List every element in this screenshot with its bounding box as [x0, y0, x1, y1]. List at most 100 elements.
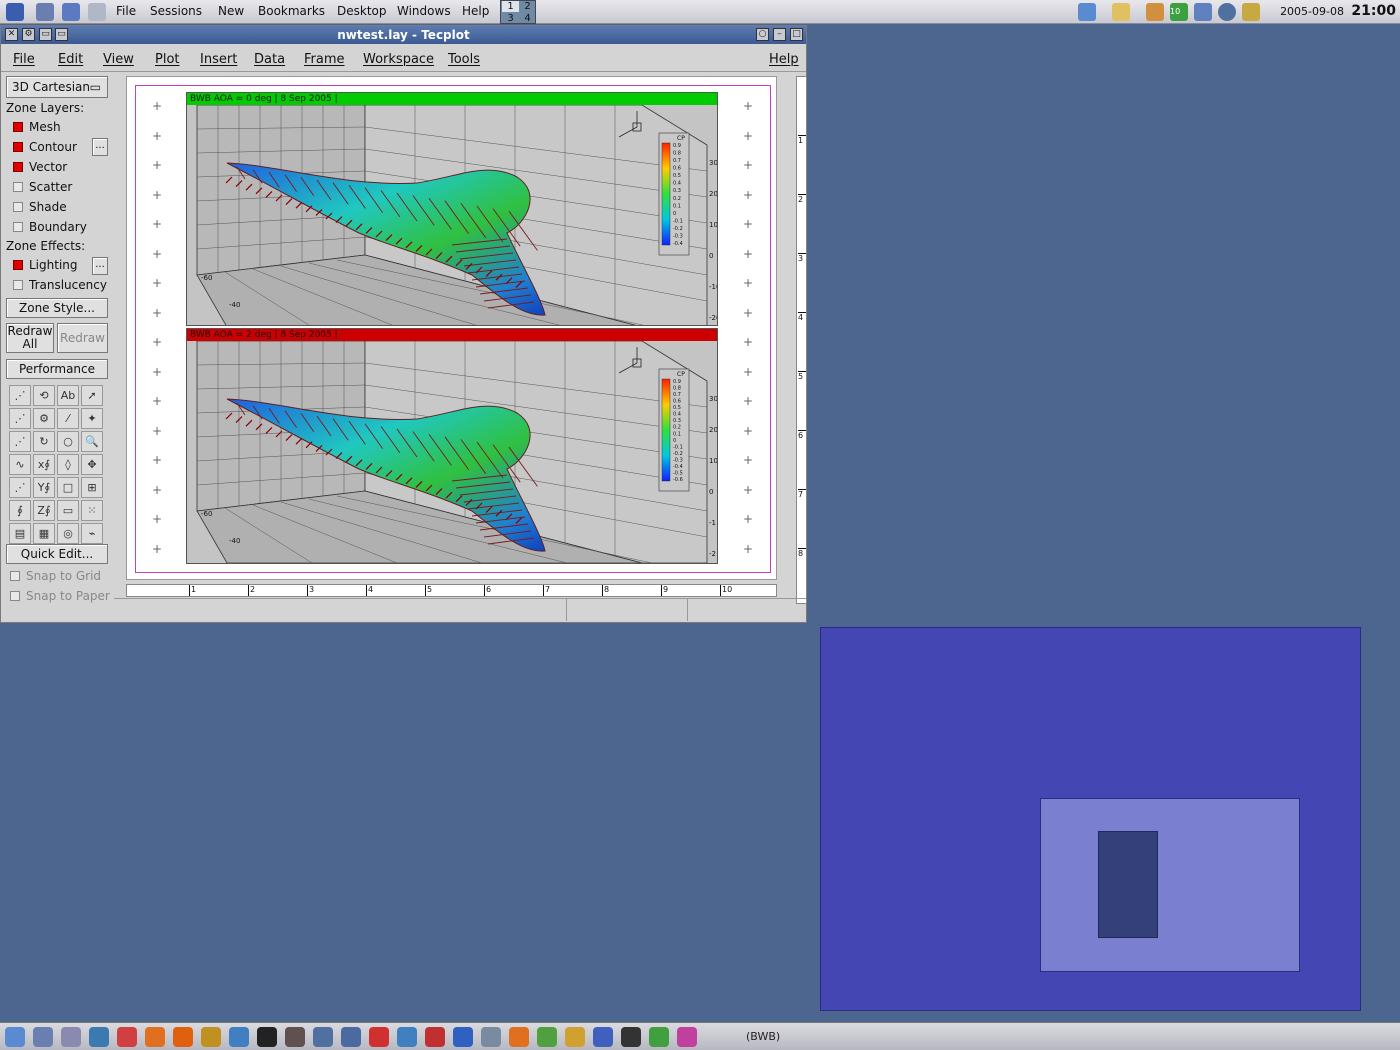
- app-menu-plot[interactable]: Plot: [155, 52, 180, 67]
- tool-button-22[interactable]: Z∮: [33, 500, 55, 521]
- taskbar-launcher-icon-10[interactable]: [257, 1027, 277, 1047]
- plot-frame-1[interactable]: BWB AOA = 0 deg | 8 Sep 2005 | -60 -40 30 2…: [186, 92, 718, 326]
- pager-desk-1[interactable]: 1: [502, 1, 519, 12]
- globe-icon[interactable]: [1218, 3, 1236, 21]
- taskbar-launcher-icon-11[interactable]: [285, 1027, 305, 1047]
- tool-button-26[interactable]: ▦: [33, 523, 55, 544]
- plot-canvas[interactable]: + + + + + + + + + + + + + + + + + + + + + + + + + + + + + + + + BWB AOA…: [126, 76, 777, 580]
- redraw-all-button[interactable]: Redraw All: [6, 323, 54, 353]
- network-signal-icon[interactable]: 10: [1170, 3, 1188, 21]
- window-menu-icon[interactable]: ⚙: [22, 28, 35, 41]
- tool-button-10[interactable]: ↻: [33, 431, 55, 452]
- app-menu-tools[interactable]: Tools: [448, 52, 480, 67]
- taskbar-launcher-icon-2[interactable]: [33, 1027, 53, 1047]
- tool-button-20[interactable]: ⊞: [81, 477, 103, 498]
- tool-button-14[interactable]: x∮: [33, 454, 55, 475]
- tool-button-27[interactable]: ◎: [57, 523, 79, 544]
- user-icon[interactable]: [1242, 3, 1260, 21]
- app-menu-file[interactable]: File: [13, 52, 35, 67]
- tool-button-8[interactable]: ✦: [81, 408, 103, 429]
- quick-edit-button[interactable]: Quick Edit...: [6, 544, 108, 564]
- taskbar-launcher-icon-12[interactable]: [313, 1027, 333, 1047]
- menu-windows[interactable]: Windows: [397, 4, 451, 18]
- window-minimize-icon[interactable]: –: [773, 28, 786, 41]
- battery-icon[interactable]: [1146, 3, 1164, 21]
- window-shade-icon[interactable]: ▭: [55, 28, 68, 41]
- tool-button-16[interactable]: ✥: [81, 454, 103, 475]
- tool-button-28[interactable]: ⌁: [81, 523, 103, 544]
- frame-2-header[interactable]: BWB AOA = 2 deg | 8 Sep 2005 |: [187, 329, 717, 341]
- tool-button-17[interactable]: ⋰: [9, 477, 31, 498]
- app-menu-view[interactable]: View: [103, 52, 134, 67]
- terminal-icon[interactable]: [36, 3, 54, 21]
- taskbar-launcher-icon-14[interactable]: [369, 1027, 389, 1047]
- klipper-icon[interactable]: [1078, 3, 1096, 21]
- tool-button-13[interactable]: ∿: [9, 454, 31, 475]
- snap-paper-checkbox[interactable]: [10, 591, 20, 601]
- taskbar-launcher-icon-25[interactable]: [677, 1027, 697, 1047]
- tool-button-15[interactable]: ◊: [57, 454, 79, 475]
- taskbar-launcher-icon-16[interactable]: [425, 1027, 445, 1047]
- clock[interactable]: 21:00: [1351, 3, 1396, 19]
- desktop-pager-preview[interactable]: [820, 627, 1361, 1011]
- tool-button-1[interactable]: ⋰: [9, 385, 31, 406]
- lighting-checkbox[interactable]: [13, 260, 23, 270]
- app-menu-data[interactable]: Data: [254, 52, 285, 67]
- lighting-options-button[interactable]: ...: [92, 257, 108, 275]
- pager-desk-4[interactable]: 4: [519, 13, 536, 24]
- scatter-checkbox[interactable]: [13, 182, 23, 192]
- taskbar-launcher-icon-15[interactable]: [397, 1027, 417, 1047]
- taskbar-launcher-icon-7[interactable]: [173, 1027, 193, 1047]
- tool-button-12[interactable]: 🔍: [81, 431, 103, 452]
- contour-checkbox[interactable]: [13, 142, 23, 152]
- desktop-pager[interactable]: 1 2 3 4: [500, 0, 536, 24]
- window-titlebar[interactable]: nwtest.lay - Tecplot: [1, 26, 806, 44]
- taskbar-launcher-icon-4[interactable]: [89, 1027, 109, 1047]
- tool-button-25[interactable]: ▤: [9, 523, 31, 544]
- shade-checkbox[interactable]: [13, 202, 23, 212]
- window-maximize-icon[interactable]: □: [790, 28, 803, 41]
- tool-button-24[interactable]: ⁙: [81, 500, 103, 521]
- tool-button-6[interactable]: ⚙: [33, 408, 55, 429]
- pager-window-outline[interactable]: [1040, 798, 1300, 972]
- tool-button-11[interactable]: ○: [57, 431, 79, 452]
- app-menu-workspace[interactable]: Workspace: [363, 52, 434, 67]
- taskbar-launcher-icon-17[interactable]: [453, 1027, 473, 1047]
- snap-grid-checkbox[interactable]: [10, 571, 20, 581]
- contour-options-button[interactable]: ...: [92, 138, 108, 156]
- tool-button-18[interactable]: Y∮: [33, 477, 55, 498]
- menu-file[interactable]: File: [116, 4, 136, 18]
- taskbar-launcher-icon-5[interactable]: [117, 1027, 137, 1047]
- boundary-checkbox[interactable]: [13, 222, 23, 232]
- tool-button-21[interactable]: ∮: [9, 500, 31, 521]
- plot-frame-2[interactable]: BWB AOA = 2 deg | 8 Sep 2005 | -60 -40 30 2…: [186, 328, 718, 564]
- window-close-icon[interactable]: ✕: [5, 28, 18, 41]
- taskbar-launcher-icon-20[interactable]: [537, 1027, 557, 1047]
- menu-help[interactable]: Help: [462, 4, 489, 18]
- taskbar-launcher-icon-3[interactable]: [61, 1027, 81, 1047]
- kde-menu-icon[interactable]: [6, 3, 24, 21]
- vector-checkbox[interactable]: [13, 162, 23, 172]
- tool-button-3[interactable]: Ab: [57, 385, 79, 406]
- plot-type-select[interactable]: 3D Cartesian ▭: [6, 76, 108, 98]
- menu-sessions[interactable]: Sessions: [150, 4, 202, 18]
- kde-k-icon[interactable]: [1112, 3, 1130, 21]
- menu-bookmarks[interactable]: Bookmarks: [258, 4, 325, 18]
- app-menu-help[interactable]: Help: [769, 52, 799, 67]
- taskbar-launcher-icon-18[interactable]: [481, 1027, 501, 1047]
- window-sticky-icon[interactable]: ▭: [39, 28, 52, 41]
- menu-new[interactable]: New: [218, 4, 244, 18]
- performance-button[interactable]: Performance: [6, 359, 108, 379]
- window-help-icon[interactable]: ○: [756, 28, 769, 41]
- display-icon[interactable]: [1194, 3, 1212, 21]
- taskbar-launcher-icon-8[interactable]: [201, 1027, 221, 1047]
- taskbar-launcher-icon-21[interactable]: [565, 1027, 585, 1047]
- taskbar-launcher-icon-6[interactable]: [145, 1027, 165, 1047]
- app-menu-insert[interactable]: Insert: [200, 52, 237, 67]
- pager-window-inner[interactable]: [1098, 831, 1158, 938]
- tool-button-23[interactable]: ▭: [57, 500, 79, 521]
- taskbar-launcher-icon-1[interactable]: [5, 1027, 25, 1047]
- taskbar-launcher-icon-13[interactable]: [341, 1027, 361, 1047]
- settings-wrench-icon[interactable]: [88, 3, 106, 21]
- redraw-button[interactable]: Redraw: [57, 323, 108, 353]
